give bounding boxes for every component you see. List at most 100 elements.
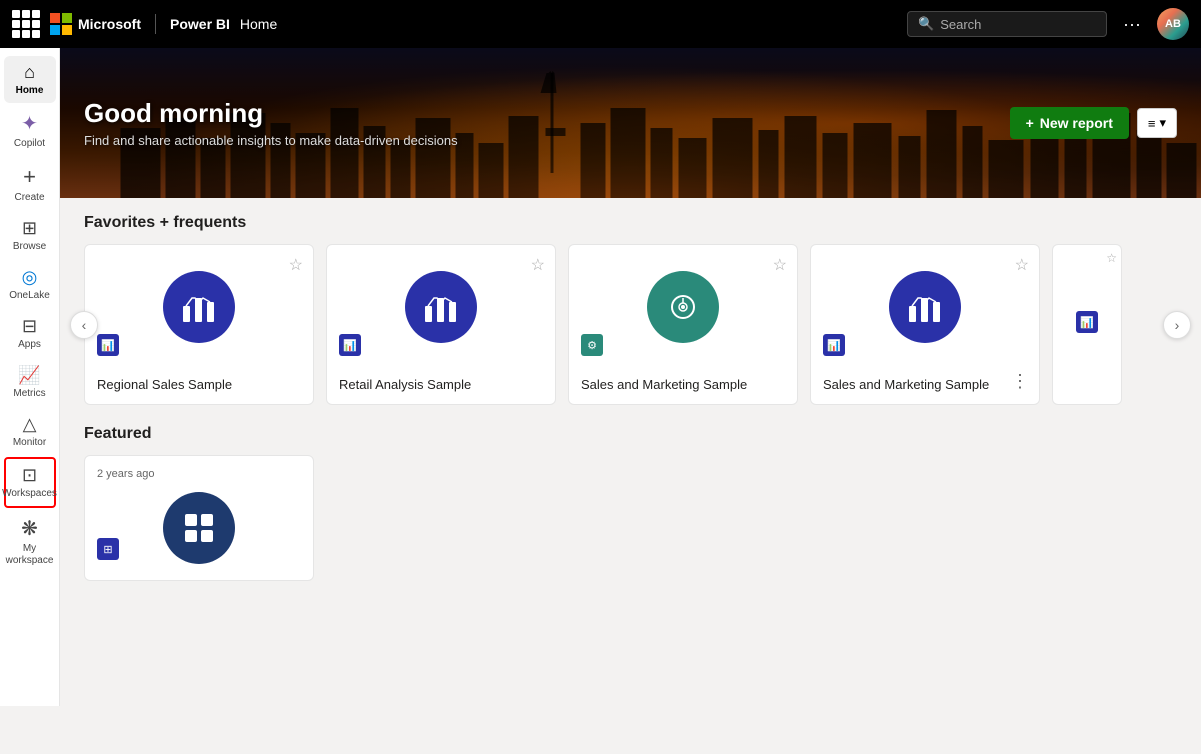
- card-retail-analysis[interactable]: ☆ 📊 Retai: [326, 244, 556, 405]
- gauge-icon: [667, 291, 699, 323]
- metrics-icon: 📈: [18, 365, 40, 386]
- favorite-star-5[interactable]: ☆: [1106, 251, 1117, 265]
- hero-subtitle: Find and share actionable insights to ma…: [84, 133, 458, 148]
- card-partial[interactable]: ☆ 📊: [1052, 244, 1122, 405]
- sidebar-item-monitor[interactable]: △ Monitor: [4, 408, 56, 455]
- browse-icon: ⊞: [22, 218, 37, 239]
- cards-next-button[interactable]: ›: [1163, 311, 1191, 339]
- new-report-label: New report: [1040, 115, 1113, 131]
- microsoft-logo: Microsoft: [50, 13, 141, 35]
- workspaces-icon: ⊡: [22, 465, 37, 486]
- sidebar-label-browse: Browse: [13, 241, 46, 253]
- card-badge-5: 📊: [1076, 311, 1098, 333]
- hero-text: Good morning Find and share actionable i…: [60, 98, 482, 148]
- card-badge-3: ⚙: [581, 334, 603, 356]
- card-badge-4: 📊: [823, 334, 845, 356]
- sidebar-label-copilot: Copilot: [14, 138, 45, 150]
- featured-badge-icon: ⊞: [103, 543, 112, 556]
- sidebar-label-metrics: Metrics: [13, 388, 45, 400]
- app-name: Power BI: [170, 16, 230, 32]
- card-badge-icon-1: 📊: [101, 339, 115, 352]
- favorites-cards-row: ☆ 📊 Regio: [84, 244, 1177, 405]
- card-circle-2: [405, 271, 477, 343]
- sidebar-item-onelake[interactable]: ◎ OneLake: [4, 261, 56, 308]
- sidebar-label-apps: Apps: [18, 339, 41, 351]
- more-options-button[interactable]: ···: [1117, 10, 1147, 39]
- bar-chart-icon-1: [181, 292, 217, 322]
- favorites-scroll-container: ‹ ☆: [84, 244, 1177, 405]
- card-icon-area-5: 📊: [1065, 257, 1109, 337]
- view-toggle-icon: ≡: [1148, 116, 1156, 131]
- sidebar-item-create[interactable]: + Create: [4, 158, 56, 210]
- card-icon-area-3: [581, 257, 785, 357]
- chevron-down-icon: ▾: [1159, 115, 1166, 131]
- card-icon-area-4: [823, 257, 1027, 357]
- card-badge-2: 📊: [339, 334, 361, 356]
- featured-section-title: Featured: [84, 425, 1177, 443]
- my-workspace-icon: ❋: [21, 516, 38, 541]
- card-sales-marketing-2[interactable]: ☆ 📊 Sales: [810, 244, 1040, 405]
- sidebar-label-workspaces: Workspaces: [2, 488, 57, 500]
- featured-badge: ⊞: [97, 538, 119, 560]
- favorites-section-title: Favorites + frequents: [84, 214, 1177, 232]
- favorite-star-2[interactable]: ☆: [531, 255, 545, 275]
- search-box[interactable]: 🔍: [907, 11, 1107, 37]
- favorite-star-1[interactable]: ☆: [289, 255, 303, 275]
- featured-section: Featured 2 years ago ⊞: [84, 425, 1177, 581]
- card-more-button-4[interactable]: ⋮: [1011, 371, 1029, 392]
- plus-icon: +: [1026, 115, 1034, 131]
- search-input[interactable]: [940, 17, 1080, 32]
- apps-icon: ⊟: [22, 316, 37, 337]
- card-title-1: Regional Sales Sample: [97, 377, 301, 392]
- card-badge-icon-2: 📊: [343, 339, 357, 352]
- copilot-icon: ✦: [21, 111, 38, 136]
- card-badge-icon-4: 📊: [827, 339, 841, 352]
- microsoft-text: Microsoft: [78, 16, 141, 32]
- card-sales-marketing-1[interactable]: ☆ ⚙ Sales: [568, 244, 798, 405]
- avatar[interactable]: AB: [1157, 8, 1189, 40]
- nav-divider: [155, 14, 156, 34]
- sidebar-item-metrics[interactable]: 📈 Metrics: [4, 359, 56, 406]
- waffle-menu[interactable]: [12, 10, 40, 38]
- card-title-3: Sales and Marketing Sample: [581, 377, 785, 392]
- bar-chart-icon-4: [907, 292, 943, 322]
- hero-banner: Good morning Find and share actionable i…: [60, 48, 1201, 198]
- sidebar-item-my-workspace[interactable]: ❋ My workspace: [4, 510, 56, 573]
- view-toggle-button[interactable]: ≡ ▾: [1137, 108, 1177, 138]
- onelake-icon: ◎: [22, 267, 38, 288]
- card-title-2: Retail Analysis Sample: [339, 377, 543, 392]
- bar-chart-icon-2: [423, 292, 459, 322]
- card-regional-sales[interactable]: ☆ 📊 Regio: [84, 244, 314, 405]
- sidebar-item-copilot[interactable]: ✦ Copilot: [4, 105, 56, 156]
- sidebar-label-my-workspace: My workspace: [6, 543, 54, 567]
- ms-logo-grid: [50, 13, 72, 35]
- favorite-star-3[interactable]: ☆: [773, 255, 787, 275]
- hero-actions: + New report ≡ ▾: [1010, 107, 1177, 139]
- page-name: Home: [240, 16, 277, 32]
- sidebar-item-workspaces[interactable]: ⊡ Workspaces: [4, 457, 56, 508]
- top-nav-right: 🔍 ··· AB: [907, 8, 1189, 40]
- featured-icon-area: [97, 488, 301, 568]
- cards-prev-button[interactable]: ‹: [70, 311, 98, 339]
- card-badge-icon-3: ⚙: [587, 339, 597, 352]
- sidebar-item-apps[interactable]: ⊟ Apps: [4, 310, 56, 357]
- favorite-star-4[interactable]: ☆: [1015, 255, 1029, 275]
- sidebar-label-create: Create: [14, 192, 44, 204]
- card-circle-1: [163, 271, 235, 343]
- featured-timestamp: 2 years ago: [97, 468, 301, 480]
- sidebar-item-browse[interactable]: ⊞ Browse: [4, 212, 56, 259]
- home-icon: ⌂: [24, 62, 35, 83]
- card-circle-4: [889, 271, 961, 343]
- create-icon: +: [23, 164, 36, 190]
- featured-card[interactable]: 2 years ago ⊞: [84, 455, 314, 581]
- sidebar-item-home[interactable]: ⌂ Home: [4, 56, 56, 103]
- featured-circle: [163, 492, 235, 564]
- monitor-icon: △: [23, 414, 37, 435]
- card-icon-area-2: [339, 257, 543, 357]
- sidebar-label-monitor: Monitor: [13, 437, 46, 449]
- card-badge-1: 📊: [97, 334, 119, 356]
- top-navigation: Microsoft Power BI Home 🔍 ··· AB: [0, 0, 1201, 48]
- main-content: Good morning Find and share actionable i…: [60, 48, 1201, 706]
- sidebar-label-onelake: OneLake: [9, 290, 50, 302]
- new-report-button[interactable]: + New report: [1010, 107, 1129, 139]
